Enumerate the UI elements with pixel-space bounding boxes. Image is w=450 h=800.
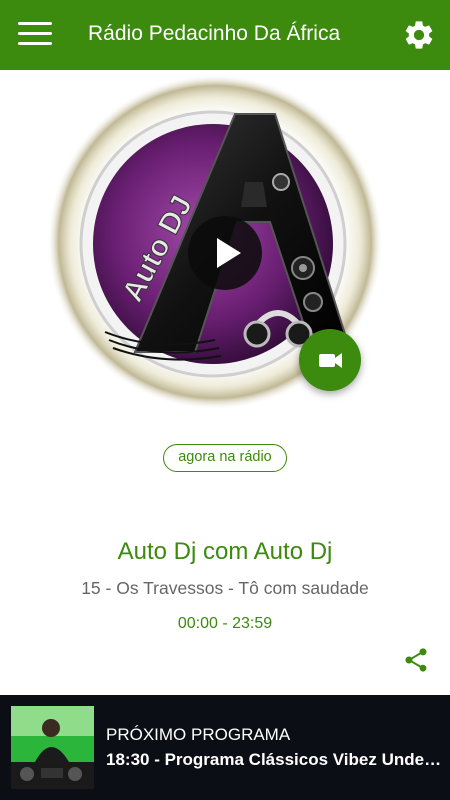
- share-icon[interactable]: [402, 646, 430, 674]
- videocam-icon: [319, 353, 342, 368]
- app-title: Rádio Pedacinho Da África: [88, 22, 341, 45]
- next-program-title: 18:30 - Programa Clássicos Vibez Undergr…: [106, 750, 446, 769]
- video-button[interactable]: [299, 329, 361, 391]
- gear-icon[interactable]: [402, 18, 436, 52]
- play-button[interactable]: [188, 216, 262, 290]
- now-on-radio-badge: agora na rádio: [163, 444, 287, 472]
- play-icon: [217, 238, 241, 268]
- current-program-title: Auto Dj com Auto Dj: [117, 538, 333, 565]
- app-bar: Rádio Pedacinho Da África: [0, 0, 450, 70]
- current-track: 15 - Os Travessos - Tô com saudade: [81, 578, 369, 598]
- next-program-label: PRÓXIMO PROGRAMA: [106, 725, 291, 744]
- next-program-thumbnail: [11, 706, 94, 789]
- program-time-range: 00:00 - 23:59: [177, 615, 273, 632]
- hamburger-menu-icon[interactable]: [18, 22, 52, 48]
- next-program-bar[interactable]: PRÓXIMO PROGRAMA 18:30 - Programa Clássi…: [0, 695, 450, 800]
